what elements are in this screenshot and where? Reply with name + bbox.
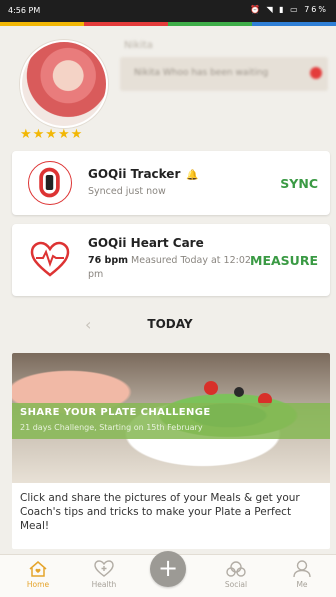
health-icon bbox=[94, 560, 114, 577]
challenge-card[interactable]: SHARE YOUR PLATE CHALLENGE 21 days Chall… bbox=[12, 353, 330, 549]
alarm-icon: ⏰ bbox=[249, 5, 262, 14]
nav-home-label: Home bbox=[26, 580, 50, 589]
challenge-banner: SHARE YOUR PLATE CHALLENGE 21 days Chall… bbox=[12, 403, 330, 439]
bpm-value: 76 bpm bbox=[88, 255, 129, 266]
challenge-title: SHARE YOUR PLATE CHALLENGE bbox=[20, 407, 211, 418]
status-time: 4:56 PM bbox=[8, 6, 41, 15]
rating-stars: ★★★★★ bbox=[20, 127, 84, 142]
profile-icon bbox=[293, 560, 311, 578]
nav-home[interactable]: Home bbox=[8, 559, 68, 589]
tracker-title-text: GOQii Tracker bbox=[88, 167, 181, 181]
challenge-description: Click and share the pictures of your Mea… bbox=[20, 492, 300, 532]
battery-icon: ▭ bbox=[290, 5, 300, 14]
profile-header: ★★★★★ Nikita Nikita Whoo has been waitin… bbox=[0, 26, 336, 144]
heart-icon bbox=[30, 241, 70, 277]
wifi-icon: ◥ bbox=[266, 5, 275, 14]
status-icons: ⏰ ◥ ▮ ▭ 76% bbox=[250, 5, 328, 14]
coach-message: Nikita Whoo has been waiting bbox=[134, 68, 269, 78]
tracker-sync-status: Synced just now bbox=[88, 186, 166, 197]
notification-dot-icon bbox=[310, 67, 322, 79]
nav-social-label: Social bbox=[224, 580, 248, 589]
battery-level: 76% bbox=[304, 5, 328, 14]
heart-care-card[interactable]: GOQii Heart Care 76 bpm Measured Today a… bbox=[12, 224, 330, 296]
tracker-card[interactable]: GOQii Tracker 🔔 Synced just now SYNC bbox=[12, 151, 330, 215]
nav-health[interactable]: Health bbox=[74, 559, 134, 589]
bell-icon: 🔔 bbox=[186, 170, 199, 181]
nav-health-label: Health bbox=[91, 580, 117, 589]
date-label: TODAY bbox=[147, 317, 193, 331]
tomato-icon bbox=[204, 381, 218, 395]
status-bar: 4:56 PM ⏰ ◥ ▮ ▭ 76% bbox=[0, 0, 336, 22]
heart-care-status: 76 bpm Measured Today at 12:02 pm bbox=[88, 254, 258, 282]
nav-social[interactable]: Social bbox=[206, 559, 266, 589]
signal-icon: ▮ bbox=[279, 5, 286, 14]
olive-icon bbox=[234, 387, 244, 397]
coach-message-bubble[interactable]: Nikita Whoo has been waiting bbox=[120, 57, 328, 91]
nav-me-label: Me bbox=[296, 580, 308, 589]
user-name: Nikita bbox=[124, 40, 153, 51]
add-button[interactable]: + bbox=[150, 551, 186, 587]
sync-button[interactable]: SYNC bbox=[280, 176, 318, 191]
bottom-nav: Home Health + Social Me bbox=[0, 551, 336, 597]
avatar[interactable] bbox=[20, 40, 108, 128]
heart-rate-icon bbox=[28, 238, 72, 282]
nav-me[interactable]: Me bbox=[272, 559, 332, 589]
date-selector: ‹ TODAY bbox=[0, 312, 336, 338]
tracker-title: GOQii Tracker 🔔 bbox=[88, 167, 199, 181]
social-icon bbox=[226, 561, 246, 577]
heart-care-title: GOQii Heart Care bbox=[88, 236, 204, 250]
band-icon bbox=[39, 167, 60, 198]
challenge-meta: 21 days Challenge, Starting on 15th Febr… bbox=[20, 423, 203, 432]
home-icon bbox=[29, 561, 47, 577]
measure-button[interactable]: MEASURE bbox=[250, 253, 318, 268]
tracker-band-icon bbox=[28, 161, 72, 205]
